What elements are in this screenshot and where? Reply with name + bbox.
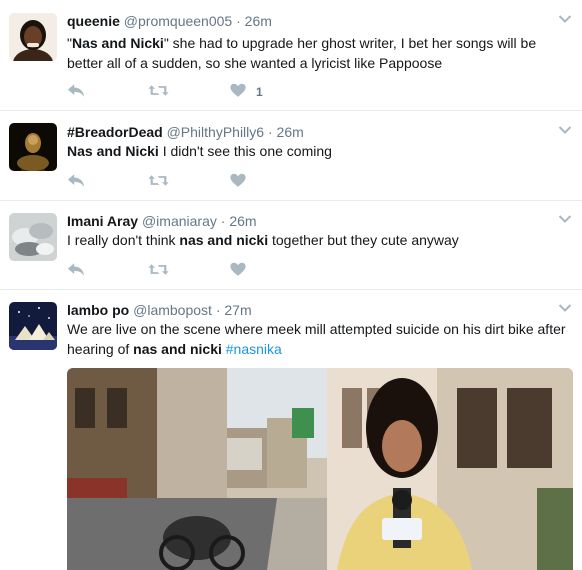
separator: · (220, 213, 226, 229)
username[interactable]: @promqueen005 (124, 13, 232, 29)
heart-icon[interactable] (230, 83, 246, 98)
text-highlight: Nas and Nicki (71, 35, 164, 51)
chevron-down-icon[interactable] (558, 303, 572, 313)
hashtag-link[interactable]: #nasnika (226, 341, 282, 357)
username[interactable]: @PhilthyPhilly6 (167, 124, 264, 140)
text-part: together but they cute anyway (268, 232, 459, 248)
heart-icon[interactable] (230, 262, 246, 277)
tweet-header: Imani Aray @imaniaray · 26m (67, 212, 257, 230)
avatar[interactable] (9, 213, 57, 261)
tweet-header: #BreadorDead @PhilthyPhilly6 · 26m (67, 123, 304, 141)
display-name[interactable]: lambo po (67, 302, 129, 318)
tweet-text: "Nas and Nicki" she had to upgrade her g… (67, 33, 567, 73)
reply-icon[interactable] (67, 83, 85, 98)
separator: · (215, 302, 221, 318)
timestamp[interactable]: 26m (245, 13, 272, 29)
tweet-text: I really don't think nas and nicki toget… (67, 230, 567, 250)
tweet-text: Nas and Nicki I didn't see this one comi… (67, 141, 567, 161)
retweet-icon[interactable] (148, 262, 169, 277)
username[interactable]: @lambopost (133, 302, 212, 318)
chevron-down-icon[interactable] (558, 14, 572, 24)
street-scene-image (67, 368, 573, 570)
timestamp[interactable]: 26m (277, 124, 304, 140)
text-part: I didn't see this one coming (158, 143, 332, 159)
display-name[interactable]: #BreadorDead (67, 124, 163, 140)
chevron-down-icon[interactable] (558, 125, 572, 135)
display-name[interactable]: Imani Aray (67, 213, 138, 229)
tweet[interactable]: Imani Aray @imaniaray · 26m I really don… (0, 201, 582, 290)
like-count: 1 (256, 85, 263, 99)
text-highlight: nas and nicki (133, 341, 222, 357)
tweet-text: We are live on the scene where meek mill… (67, 319, 567, 359)
text-highlight: nas and nicki (179, 232, 269, 248)
tweet-media-gif[interactable] (67, 368, 573, 570)
timestamp[interactable]: 27m (224, 302, 251, 318)
avatar[interactable] (9, 123, 57, 171)
retweet-icon[interactable] (148, 173, 169, 188)
tweet-header: queenie @promqueen005 · 26m (67, 12, 272, 30)
text-highlight: Nas and Nicki (67, 143, 159, 159)
username[interactable]: @imaniaray (142, 213, 217, 229)
avatar[interactable] (9, 13, 57, 61)
heart-icon[interactable] (230, 173, 246, 188)
timestamp[interactable]: 26m (229, 213, 256, 229)
retweet-icon[interactable] (148, 83, 169, 98)
reply-icon[interactable] (67, 262, 85, 277)
tweet-header: lambo po @lambopost · 27m (67, 301, 252, 319)
display-name[interactable]: queenie (67, 13, 120, 29)
chevron-down-icon[interactable] (558, 214, 572, 224)
avatar[interactable] (9, 302, 57, 350)
tweet[interactable]: queenie @promqueen005 · 26m "Nas and Nic… (0, 0, 582, 111)
tweet[interactable]: #BreadorDead @PhilthyPhilly6 · 26m Nas a… (0, 111, 582, 201)
reply-icon[interactable] (67, 173, 85, 188)
separator: · (267, 124, 273, 140)
separator: · (236, 13, 241, 29)
text-part: I really don't think (67, 232, 180, 248)
